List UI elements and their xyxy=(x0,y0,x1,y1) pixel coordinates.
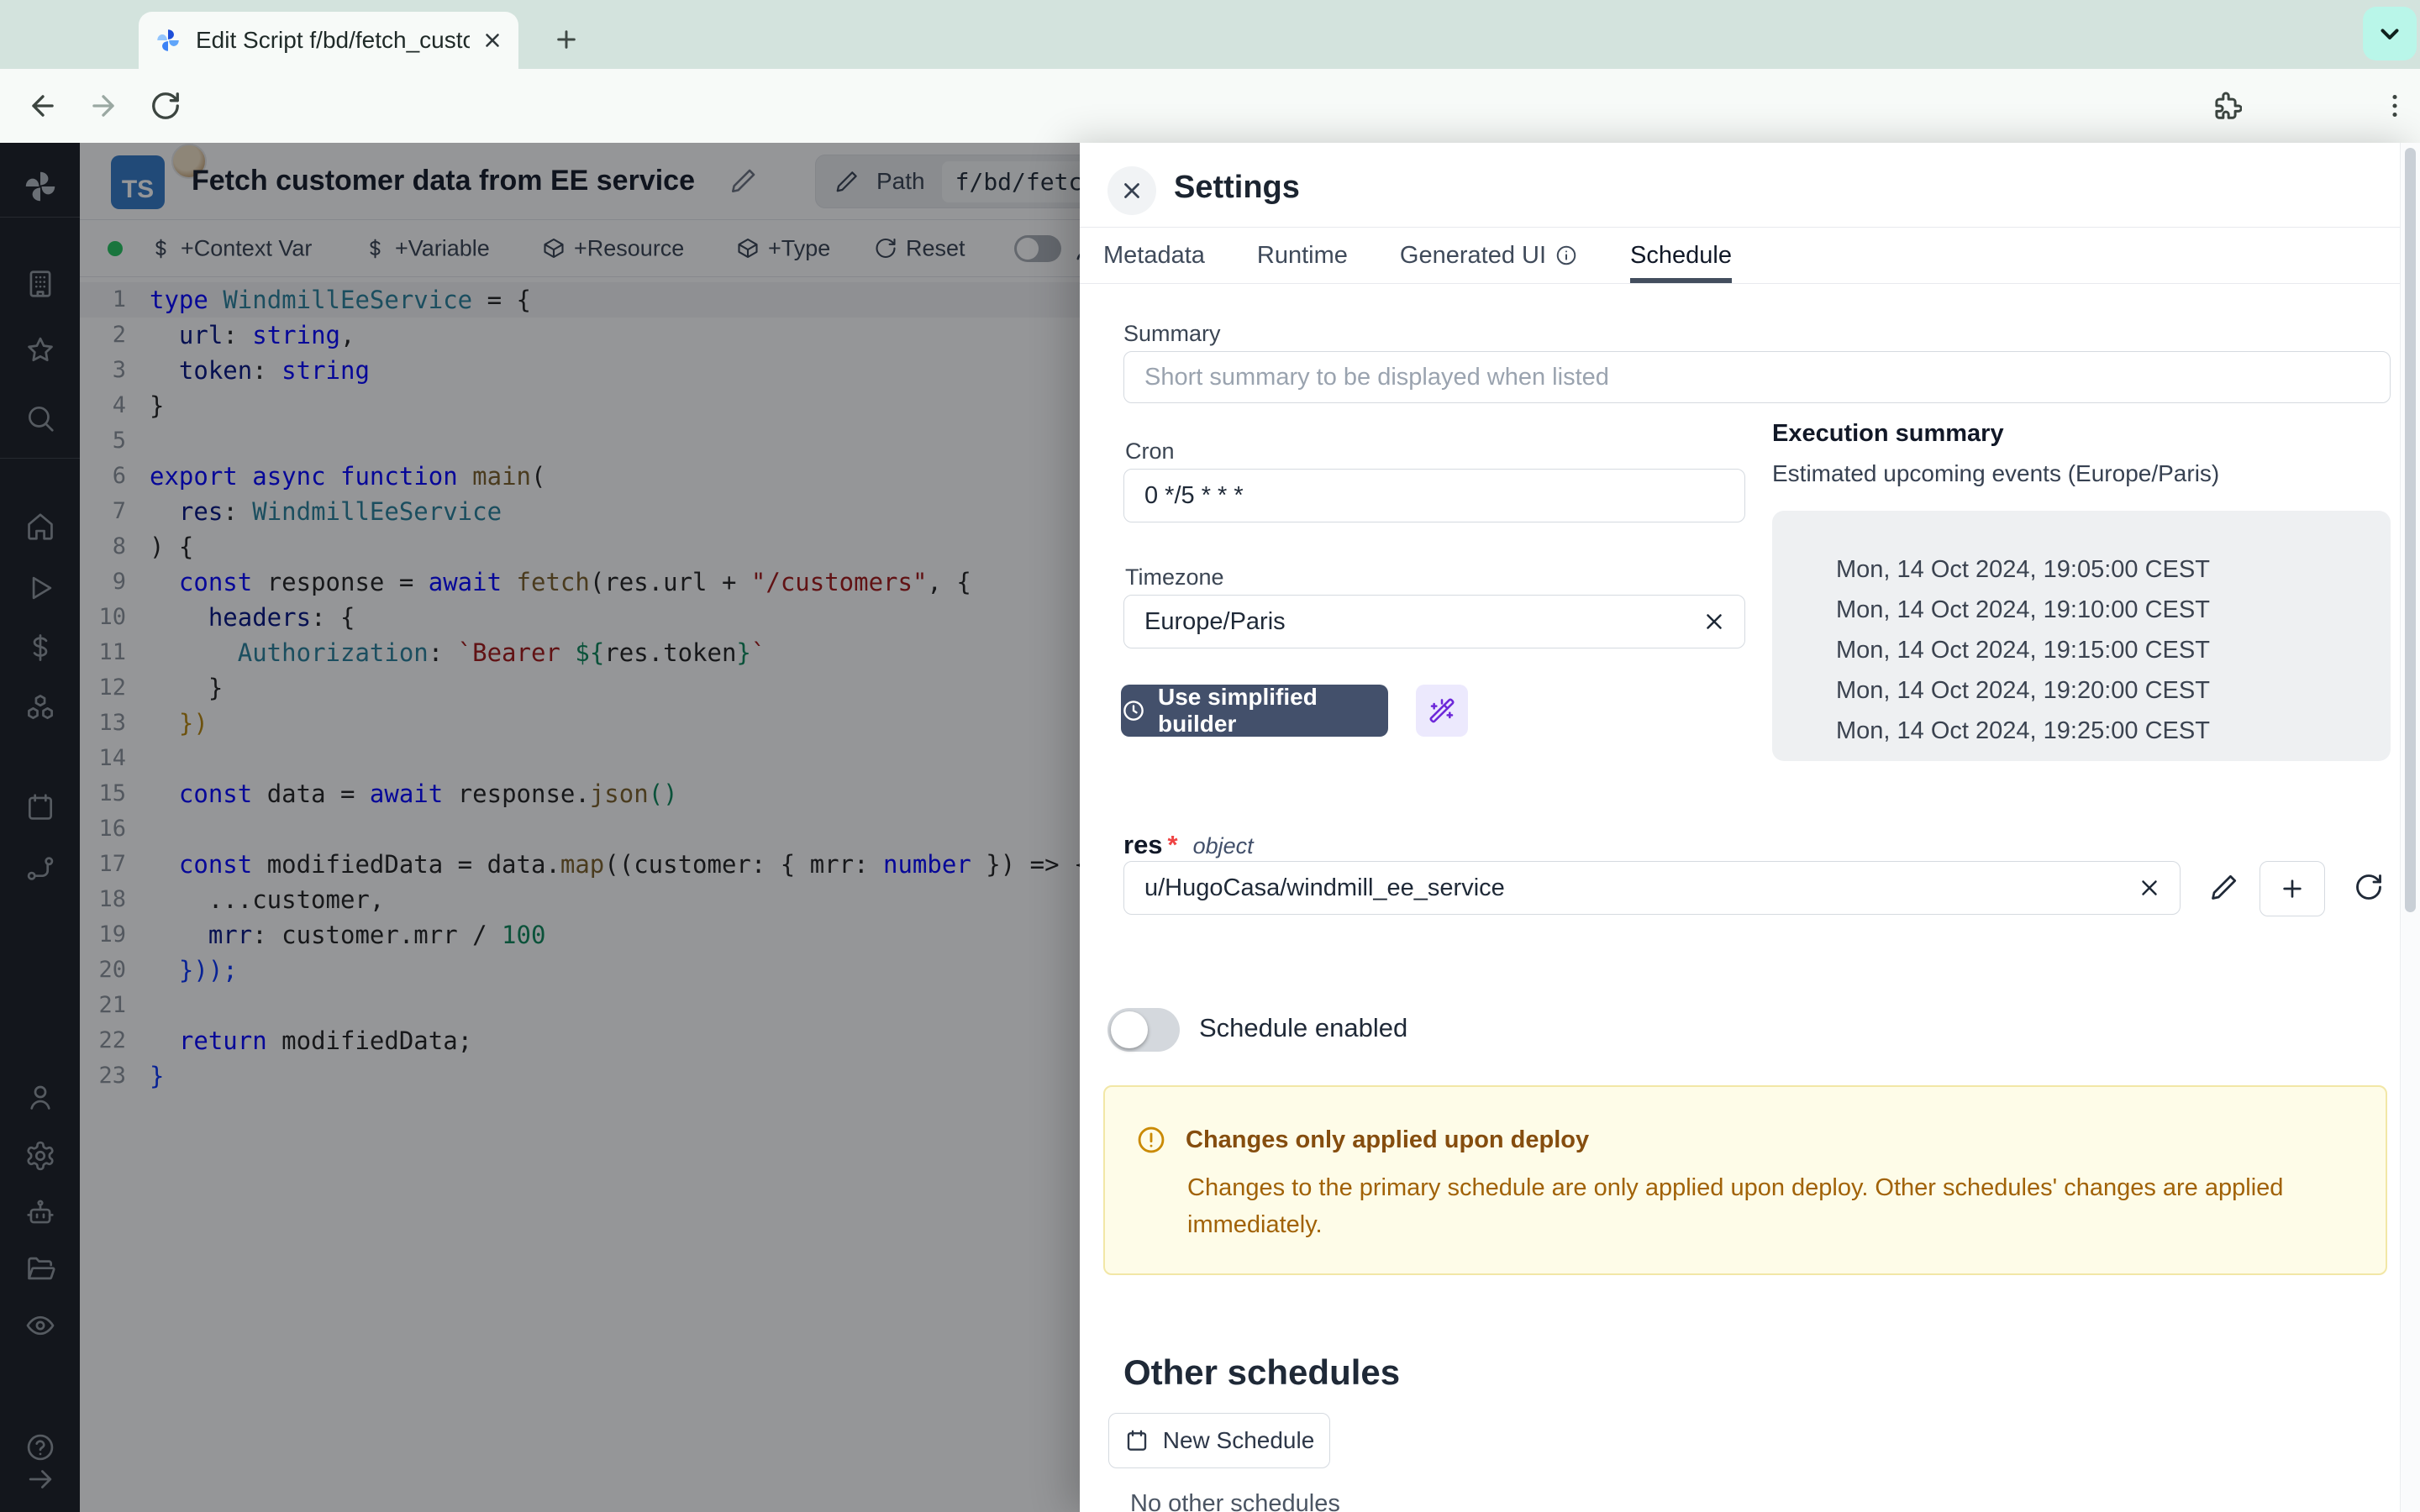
upcoming-events-box: Mon, 14 Oct 2024, 19:05:00 CESTMon, 14 O… xyxy=(1772,511,2391,761)
info-icon xyxy=(1555,244,1578,267)
warning-body: Changes to the primary schedule are only… xyxy=(1187,1169,2330,1243)
tab-close-icon[interactable] xyxy=(481,29,503,51)
tab-runtime[interactable]: Runtime xyxy=(1257,228,1348,283)
windmill-app: TS Fetch customer data from EE service P… xyxy=(0,143,2420,1512)
upcoming-event: Mon, 14 Oct 2024, 19:20:00 CEST xyxy=(1836,670,2391,711)
ai-wand-button[interactable] xyxy=(1416,685,1468,737)
chevron-down-icon[interactable] xyxy=(2363,7,2417,60)
no-other-schedules-text: No other schedules xyxy=(1130,1490,1340,1512)
summary-input[interactable] xyxy=(1123,351,2391,403)
schedule-enabled-label: Schedule enabled xyxy=(1199,1013,1407,1043)
tab-title: Edit Script f/bd/fetch_custom xyxy=(196,27,470,54)
upcoming-event: Mon, 14 Oct 2024, 19:10:00 CEST xyxy=(1836,590,2391,630)
upcoming-event: Mon, 14 Oct 2024, 19:05:00 CEST xyxy=(1836,549,2391,590)
clock-icon xyxy=(1121,698,1146,723)
alert-circle-icon xyxy=(1135,1124,1167,1156)
browser-navbar: app.windmill.dev/scripts/edit/f/bd/fetch… xyxy=(0,69,2420,143)
tab-schedule[interactable]: Schedule xyxy=(1630,228,1732,283)
upcoming-event: Mon, 14 Oct 2024, 19:25:00 CEST xyxy=(1836,711,2391,751)
calendar-icon xyxy=(1124,1428,1150,1453)
reload-icon[interactable] xyxy=(150,90,182,122)
menu-kebab-icon[interactable] xyxy=(2380,91,2410,121)
warning-title: Changes only applied upon deploy xyxy=(1186,1126,1589,1154)
execution-summary-title: Execution summary xyxy=(1772,420,2004,448)
upcoming-event: Mon, 14 Oct 2024, 19:15:00 CEST xyxy=(1836,630,2391,670)
timezone-clear-icon[interactable] xyxy=(1702,609,1727,634)
app-window: Edit Script f/bd/fetch_custom app.windmi… xyxy=(0,0,2420,1512)
resource-clear-icon[interactable] xyxy=(2137,875,2162,900)
tab-generated-ui[interactable]: Generated UI xyxy=(1400,228,1578,283)
refresh-resource-icon[interactable] xyxy=(2354,872,2384,902)
extensions-puzzle-icon[interactable] xyxy=(2210,90,2242,122)
browser-tab[interactable]: Edit Script f/bd/fetch_custom xyxy=(139,12,518,69)
settings-title: Settings xyxy=(1174,170,1300,206)
edit-resource-pencil-icon[interactable] xyxy=(2209,872,2239,902)
schedule-enabled-toggle[interactable] xyxy=(1107,1008,1180,1052)
tab-metadata[interactable]: Metadata xyxy=(1103,228,1205,283)
wand-sparkles-icon xyxy=(1428,697,1455,724)
timezone-label: Timezone xyxy=(1125,564,1224,591)
arg-label: res* object xyxy=(1123,830,1254,860)
browser-tabbar: Edit Script f/bd/fetch_custom xyxy=(0,0,2420,69)
deploy-warning-box: Changes only applied upon deploy Changes… xyxy=(1103,1085,2387,1275)
resource-input[interactable] xyxy=(1123,861,2181,915)
timezone-input[interactable] xyxy=(1123,595,1745,648)
execution-summary-subtitle: Estimated upcoming events (Europe/Paris) xyxy=(1772,460,2219,487)
cron-label: Cron xyxy=(1125,438,1175,465)
use-simplified-builder-button[interactable]: Use simplified builder xyxy=(1121,685,1388,737)
other-schedules-title: Other schedules xyxy=(1123,1352,1400,1393)
new-tab-plus-icon[interactable] xyxy=(546,19,587,60)
windmill-favicon xyxy=(154,26,182,55)
drawer-overlay-scrim[interactable] xyxy=(0,143,1080,1512)
drawer-scrollbar[interactable] xyxy=(2400,143,2420,1512)
new-schedule-button[interactable]: New Schedule xyxy=(1108,1413,1330,1468)
add-resource-plus-button[interactable] xyxy=(2260,861,2325,916)
settings-drawer: Settings Metadata Runtime Generated UI Sche… xyxy=(1080,143,2420,1512)
forward-icon[interactable] xyxy=(87,90,119,122)
settings-tabs: Metadata Runtime Generated UI Schedule xyxy=(1080,227,2420,284)
close-icon[interactable] xyxy=(1107,166,1156,215)
back-icon[interactable] xyxy=(27,90,59,122)
summary-label: Summary xyxy=(1123,321,1221,347)
cron-input[interactable] xyxy=(1123,469,1745,522)
